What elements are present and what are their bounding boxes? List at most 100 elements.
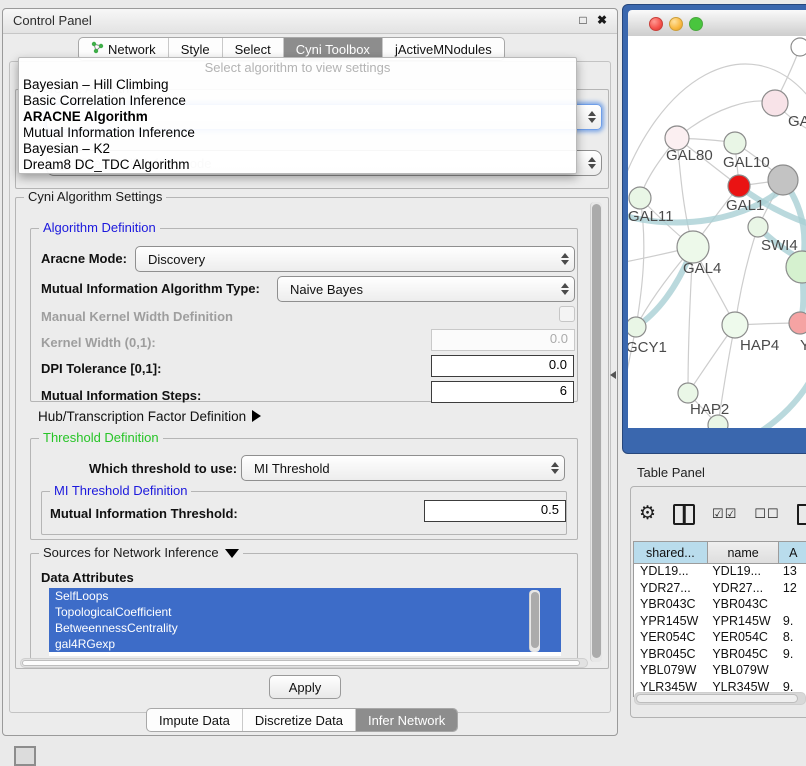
network-node[interactable] <box>678 383 698 403</box>
table-column-header[interactable]: A <box>779 542 806 563</box>
network-edge[interactable] <box>677 101 775 138</box>
combo-stepper-icon[interactable] <box>583 157 601 169</box>
gear-icon[interactable]: ⚙ <box>639 504 656 524</box>
table-panel: ⚙ ☑☑ ☐☐ shared...nameA YDL19...YDL19...1… <box>630 486 806 718</box>
which-threshold-combo[interactable]: MI Threshold <box>241 455 565 481</box>
table-cell: YBR045C <box>706 647 777 664</box>
bottom-tabbar: Impute Data Discretize Data Infer Networ… <box>146 708 458 732</box>
minimize-traffic-icon[interactable] <box>669 17 683 31</box>
combo-stepper-icon[interactable] <box>556 283 574 295</box>
control-panel-titlebar[interactable]: Control Panel □ ✖ <box>3 9 617 34</box>
network-node[interactable] <box>724 132 746 154</box>
apply-button[interactable]: Apply <box>269 675 341 699</box>
algorithm-option[interactable]: Bayesian – Hill Climbing <box>19 77 576 93</box>
manual-kernel-checkbox[interactable] <box>559 306 575 322</box>
settings-scrollbar-thumb[interactable] <box>592 204 601 658</box>
tab-infer-network[interactable]: Infer Network <box>356 709 457 731</box>
network-node[interactable] <box>789 312 806 334</box>
network-icon <box>91 41 104 57</box>
mi-threshold-group: MI Threshold Definition Mutual Informati… <box>41 491 567 535</box>
network-window-titlebar[interactable] <box>628 10 806 37</box>
network-node[interactable] <box>768 165 798 195</box>
attributes-scrollbar-thumb[interactable] <box>531 592 539 648</box>
table-hscrollbar-thumb[interactable] <box>636 694 798 703</box>
table-horizontal-scrollbar[interactable] <box>634 692 806 705</box>
splitpane-collapse-arrow[interactable] <box>610 371 616 379</box>
close-traffic-icon[interactable] <box>649 17 663 31</box>
mi-type-combo[interactable]: Naive Bayes <box>277 276 575 302</box>
table-row[interactable]: YPR145WYPR145W9. <box>634 614 806 631</box>
settings-horizontal-scrollbar[interactable] <box>20 658 588 668</box>
table-body: YDL19...YDL19...13YDR27...YDR27...12YBR0… <box>634 564 806 697</box>
algorithm-option[interactable]: Dream8 DC_TDC Algorithm <box>19 157 576 173</box>
mi-steps-field[interactable]: 6 <box>431 381 574 403</box>
table-cell: 8. <box>777 630 806 647</box>
table-row[interactable]: YBR043CYBR043C <box>634 597 806 614</box>
attribute-list-item[interactable]: BetweennessCentrality <box>49 620 561 636</box>
dpi-tolerance-field[interactable]: 0.0 <box>431 355 574 377</box>
select-all-checks-icon[interactable]: ☑☑ <box>712 506 737 522</box>
algorithm-option[interactable]: ARACNE Algorithm <box>19 109 576 125</box>
tab-discretize-data[interactable]: Discretize Data <box>243 709 356 731</box>
columns-icon[interactable] <box>673 504 695 525</box>
table-cell <box>777 663 806 680</box>
table-cell: YBL079W <box>634 663 706 680</box>
zoom-traffic-icon[interactable] <box>689 17 703 31</box>
attribute-list-item[interactable]: gal4RGexp <box>49 636 561 652</box>
network-node[interactable] <box>629 187 651 209</box>
network-node[interactable] <box>722 312 748 338</box>
network-edge[interactable] <box>735 227 758 325</box>
tab-impute-data[interactable]: Impute Data <box>147 709 243 731</box>
network-node[interactable] <box>748 217 768 237</box>
table-cell: YPR145W <box>634 614 706 631</box>
network-node[interactable] <box>791 38 806 56</box>
expand-right-icon[interactable] <box>252 410 261 422</box>
float-window-icon[interactable]: □ <box>575 12 591 28</box>
combo-stepper-icon[interactable] <box>546 462 564 474</box>
network-canvas[interactable]: GALGAL80GAL10GAL1GAL11SWI4GAL4GCY1HAP4YH… <box>628 36 806 428</box>
settings-vertical-scrollbar[interactable] <box>590 202 602 662</box>
table-cell: YER054C <box>706 630 777 647</box>
table-header-row: shared...nameA <box>634 542 806 564</box>
collapse-down-icon[interactable] <box>225 549 239 558</box>
hub-definition-toggle[interactable]: Hub/Transcription Factor Definition <box>38 409 261 424</box>
table-column-header[interactable]: name <box>708 542 780 563</box>
table-cell: YER054C <box>634 630 706 647</box>
table-toolbar: ⚙ ☑☑ ☐☐ <box>639 499 806 529</box>
network-node[interactable] <box>786 251 806 283</box>
network-node[interactable] <box>762 90 788 116</box>
combo-stepper-icon[interactable] <box>556 253 574 265</box>
data-attributes-list[interactable]: SelfLoopsTopologicalCoefficientBetweenne… <box>49 588 561 656</box>
attribute-list-item[interactable]: TopologicalCoefficient <box>49 604 561 620</box>
network-node[interactable] <box>677 231 709 263</box>
network-node-label: SWI4 <box>761 237 798 254</box>
algorithm-definition-title: Algorithm Definition <box>39 220 160 235</box>
algorithm-option[interactable]: Basic Correlation Inference <box>19 93 576 109</box>
attribute-list-item[interactable]: SelfLoops <box>49 588 561 604</box>
mi-threshold-label: Mutual Information Threshold: <box>50 506 238 521</box>
algorithm-option[interactable]: Mutual Information Inference <box>19 125 576 141</box>
mi-type-value: Naive Bayes <box>278 282 363 297</box>
settings-hscrollbar-thumb[interactable] <box>22 660 580 666</box>
aracne-mode-combo[interactable]: Discovery <box>135 246 575 272</box>
deselect-all-checks-icon[interactable]: ☐☐ <box>754 506 779 522</box>
table-row[interactable]: YER054CYER054C8. <box>634 630 806 647</box>
network-node-label: GAL1 <box>726 197 764 214</box>
algorithm-option[interactable]: Bayesian – K2 <box>19 141 576 157</box>
combo-stepper-icon[interactable] <box>583 111 601 123</box>
table-column-header[interactable]: shared... <box>634 542 708 563</box>
network-node[interactable] <box>628 317 646 337</box>
network-node[interactable] <box>728 175 750 197</box>
close-window-icon[interactable]: ✖ <box>594 12 610 28</box>
table-cell: 9. <box>777 614 806 631</box>
dock-panel-icon[interactable] <box>14 746 36 766</box>
table-row[interactable]: YBR045CYBR045C9. <box>634 647 806 664</box>
mi-threshold-field[interactable]: 0.5 <box>424 500 566 522</box>
kernel-width-field[interactable]: 0.0 <box>431 329 575 351</box>
table-row[interactable]: YBL079WYBL079W <box>634 663 806 680</box>
table-row[interactable]: YDR27...YDR27...12 <box>634 581 806 598</box>
new-table-icon[interactable] <box>797 504 806 525</box>
desktop: Control Panel □ ✖ Network Style Select C… <box>0 0 806 762</box>
attributes-list-scrollbar[interactable] <box>529 590 540 652</box>
table-row[interactable]: YDL19...YDL19...13 <box>634 564 806 581</box>
